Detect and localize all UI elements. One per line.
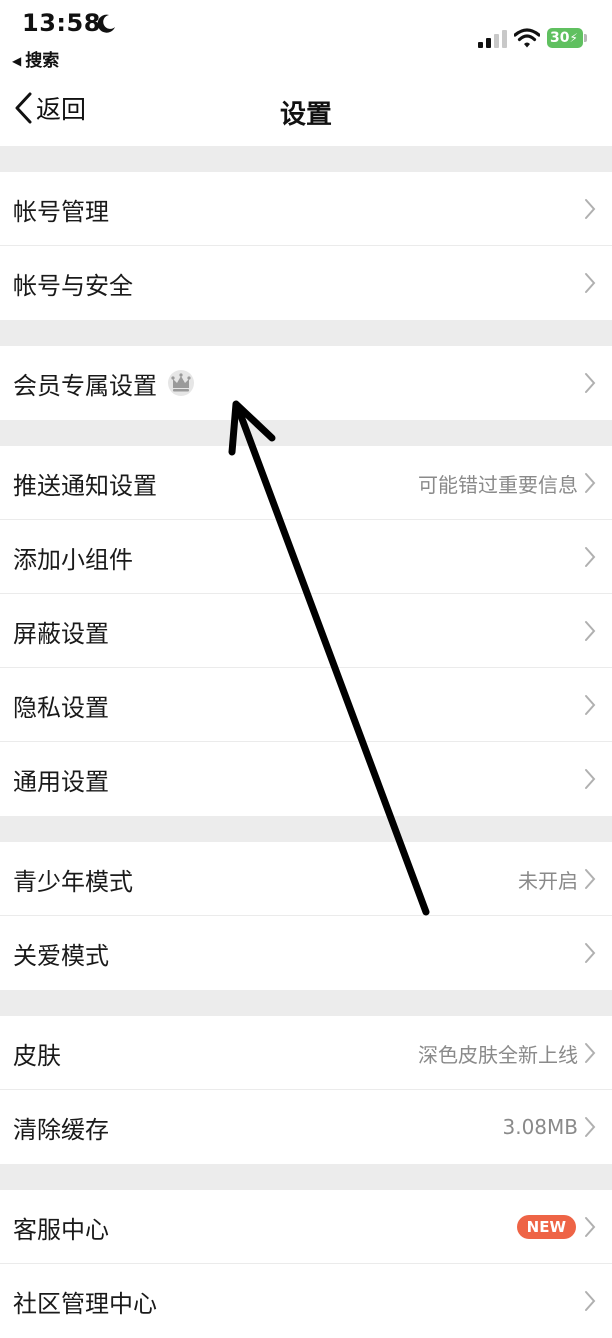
row-label: 青少年模式 (13, 867, 133, 896)
chevron-right-icon (585, 373, 596, 393)
settings-list: 帐号管理 帐号与安全 会员专属设置 推送通知设置 可能错过重要信息 添加小组件 … (0, 146, 612, 1338)
row-label: 清除缓存 (13, 1115, 109, 1144)
row-value: 3.08MB (502, 1115, 578, 1139)
chevron-right-icon (585, 547, 596, 567)
chevron-right-icon (585, 943, 596, 963)
status-time: 13:58 (22, 9, 101, 37)
row-label: 社区管理中心 (13, 1289, 157, 1318)
settings-row-general[interactable]: 通用设置 (0, 742, 612, 816)
row-value: 深色皮肤全新上线 (418, 1042, 578, 1067)
settings-row-push-notifications[interactable]: 推送通知设置 可能错过重要信息 (0, 446, 612, 520)
row-value: 未开启 (518, 868, 578, 893)
row-label: 帐号管理 (13, 197, 109, 226)
back-app-label: 搜索 (25, 51, 60, 71)
chevron-right-icon (585, 1117, 596, 1137)
chevron-right-icon (585, 1217, 596, 1237)
settings-row-account-management[interactable]: 帐号管理 (0, 172, 612, 246)
row-label: 客服中心 (13, 1215, 109, 1244)
settings-row-care-mode[interactable]: 关爱模式 (0, 916, 612, 990)
row-label: 帐号与安全 (13, 271, 133, 300)
chevron-right-icon (585, 1043, 596, 1063)
chevron-right-icon (585, 695, 596, 715)
signal-icon (478, 30, 507, 48)
chevron-right-icon (585, 273, 596, 293)
back-to-app-link[interactable]: ◀ 搜索 (12, 46, 59, 71)
row-label: 关爱模式 (13, 941, 109, 970)
settings-row-skin[interactable]: 皮肤 深色皮肤全新上线 (0, 1016, 612, 1090)
chevron-right-icon (585, 1291, 596, 1311)
row-label: 隐私设置 (13, 693, 109, 722)
battery-indicator: 30⚡ (547, 28, 587, 48)
settings-row-block-settings[interactable]: 屏蔽设置 (0, 594, 612, 668)
settings-row-community-management[interactable]: 社区管理中心 (0, 1264, 612, 1338)
chevron-right-icon (585, 769, 596, 789)
row-label: 屏蔽设置 (13, 619, 109, 648)
chevron-right-icon (585, 869, 596, 889)
row-label: 通用设置 (13, 767, 109, 796)
wifi-icon (514, 28, 540, 48)
settings-row-teen-mode[interactable]: 青少年模式 未开启 (0, 842, 612, 916)
settings-row-account-security[interactable]: 帐号与安全 (0, 246, 612, 320)
row-label: 会员专属设置 (13, 371, 157, 400)
charging-bolt-icon: ⚡ (569, 31, 578, 45)
row-value: 可能错过重要信息 (418, 472, 578, 497)
settings-row-customer-service[interactable]: 客服中心 NEW (0, 1190, 612, 1264)
chevron-right-icon (585, 621, 596, 641)
settings-row-add-widget[interactable]: 添加小组件 (0, 520, 612, 594)
crown-icon (168, 370, 194, 396)
page-title: 设置 (279, 100, 332, 130)
battery-level: 30 (550, 30, 570, 46)
back-triangle-icon: ◀ (12, 54, 22, 68)
row-label: 皮肤 (13, 1041, 61, 1070)
moon-icon (97, 14, 115, 33)
settings-row-clear-cache[interactable]: 清除缓存 3.08MB (0, 1090, 612, 1164)
row-label: 推送通知设置 (13, 471, 157, 500)
settings-row-member-settings[interactable]: 会员专属设置 (0, 346, 612, 420)
navigation-bar: 返回 设置 (0, 72, 612, 146)
new-badge: NEW (516, 1215, 576, 1239)
settings-row-privacy[interactable]: 隐私设置 (0, 668, 612, 742)
row-label: 添加小组件 (13, 545, 133, 574)
chevron-right-icon (585, 199, 596, 219)
status-bar: 13:58 ◀ 搜索 30⚡ (0, 0, 612, 72)
chevron-right-icon (585, 473, 596, 493)
